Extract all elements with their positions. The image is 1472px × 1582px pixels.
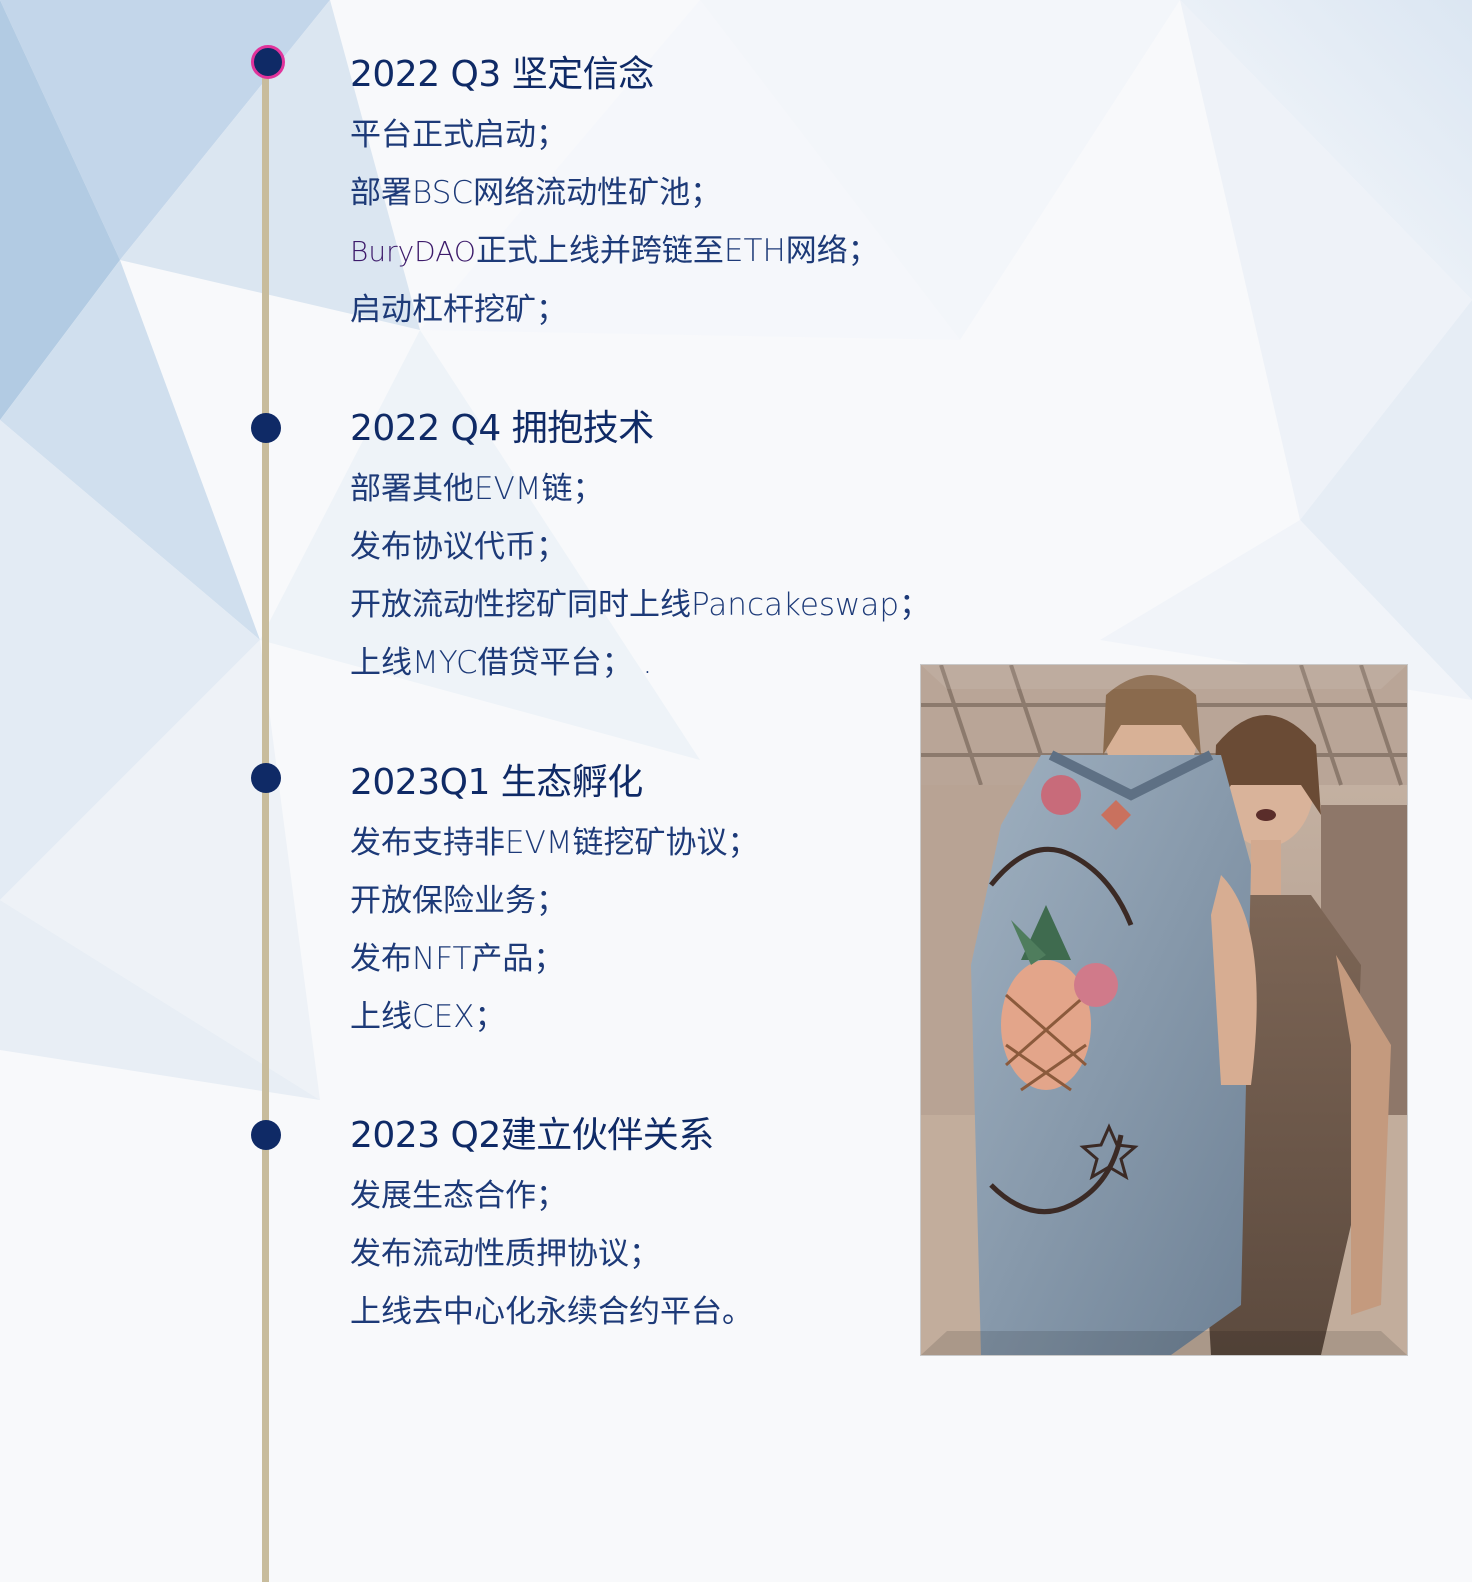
brand-name: BuryDAO (350, 235, 476, 268)
fashion-photo (920, 664, 1408, 1356)
milestone-item-text: 正式上线并跨链至ETH网络； (475, 233, 879, 269)
milestone-item: 开放流动性挖矿同时上线Pancakeswap； (350, 587, 931, 623)
milestone-items: 平台正式启动； 部署BSC网络流动性矿池； BuryDAO正式上线并跨链至ETH… (350, 106, 1050, 339)
milestone-item: 发布协议代币； (350, 529, 567, 565)
timeline-line (262, 75, 269, 1582)
timeline-dot-active (251, 45, 285, 79)
milestone-item: 部署其他EVM链； (350, 471, 604, 507)
milestone-2022-q4: 2022 Q4 拥抱技术 部署其他EVM链； 发布协议代币； 开放流动性挖矿同时… (350, 406, 1050, 692)
timeline-dot (251, 1120, 281, 1150)
milestone-item: 启动杠杆挖矿； (350, 292, 567, 328)
milestone-item: 平台正式启动； (350, 117, 567, 153)
fashion-photo-illustration (921, 665, 1407, 1355)
milestone-title: 2022 Q3 坚定信念 (350, 54, 654, 95)
timeline-dot (251, 413, 281, 443)
milestone-item: BuryDAO正式上线并跨链至ETH网络； (350, 222, 1050, 281)
timeline-dot (251, 763, 281, 793)
milestone-item: 部署BSC网络流动性矿池； (350, 175, 722, 211)
milestone-items: 部署其他EVM链； 发布协议代币； 开放流动性挖矿同时上线Pancakeswap… (350, 460, 1050, 692)
milestone-2022-q3: 2022 Q3 坚定信念 平台正式启动； 部署BSC网络流动性矿池； BuryD… (350, 52, 1050, 339)
milestone-title: 2022 Q4 拥抱技术 (350, 408, 654, 449)
